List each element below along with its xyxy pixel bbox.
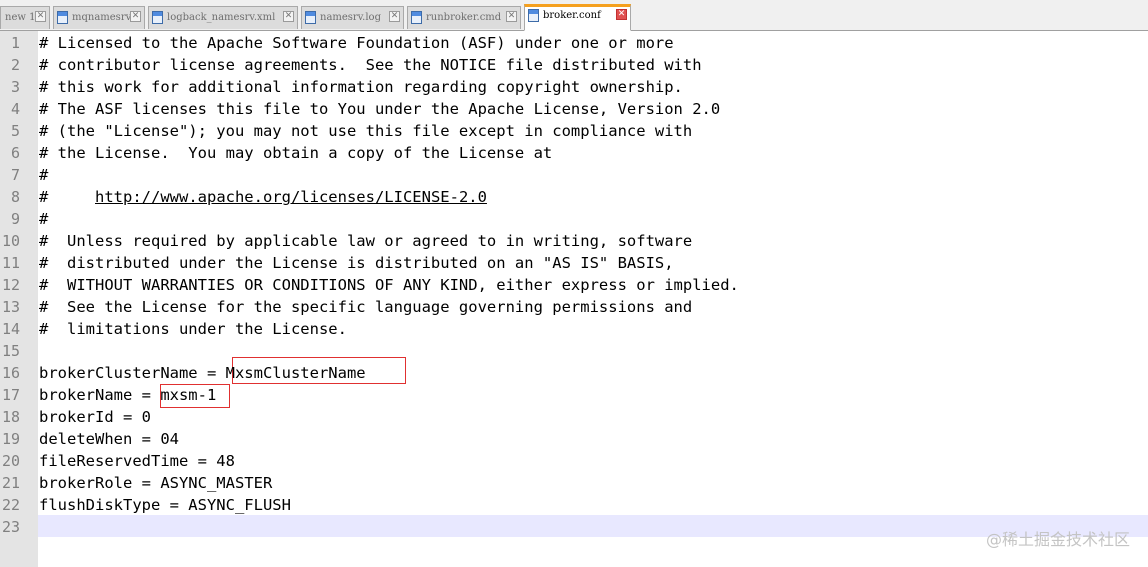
line-number: 7 — [10, 166, 20, 184]
code-text: # WITHOUT WARRANTIES OR CONDITIONS OF AN… — [39, 276, 739, 294]
close-tab-icon[interactable]: ✕ — [130, 11, 141, 22]
tab-label: new 1 — [5, 12, 36, 23]
code-text: # — [39, 166, 49, 184]
current-line-highlight — [38, 515, 1148, 537]
line-number: 4 — [10, 100, 20, 118]
line-number: 3 — [10, 78, 20, 96]
code-text: # (the "License"); you may not use this … — [39, 122, 693, 140]
line-number: 10 — [1, 232, 20, 250]
line-number: 18 — [1, 408, 20, 426]
code-line[interactable]: # (the "License"); you may not use this … — [39, 120, 692, 142]
close-tab-icon[interactable]: ✕ — [283, 11, 294, 22]
code-text: # — [39, 210, 49, 228]
close-tab-icon[interactable]: ✕ — [506, 11, 517, 22]
code-line[interactable]: brokerName = mxsm-1 — [39, 384, 216, 406]
tab-label: runbroker.cmd — [426, 12, 502, 23]
code-text: fileReservedTime = 48 — [39, 452, 235, 470]
code-line[interactable]: # http://www.apache.org/licenses/LICENSE… — [39, 186, 487, 208]
tab-label: namesrv.log — [320, 12, 381, 23]
line-number: 2 — [10, 56, 20, 74]
code-line[interactable]: flushDiskType = ASYNC_FLUSH — [39, 494, 291, 516]
line-number: 9 — [10, 210, 20, 228]
line-number: 14 — [1, 320, 20, 338]
line-number-gutter: 1 2 3 4 5 6 7 8 9 10 11 12 13 14 15 16 17 18 19 20 21 22 23 — [0, 31, 38, 567]
line-number: 22 — [1, 496, 20, 514]
code-editor[interactable]: # Licensed to the Apache Software Founda… — [38, 31, 1148, 567]
code-line[interactable]: # Licensed to the Apache Software Founda… — [39, 32, 674, 54]
line-number: 6 — [10, 144, 20, 162]
code-line[interactable]: # this work for additional information r… — [39, 76, 683, 98]
line-number: 11 — [1, 254, 20, 272]
line-number: 1 — [10, 34, 20, 52]
code-text: brokerId = 0 — [39, 408, 151, 426]
code-line[interactable]: fileReservedTime = 48 — [39, 450, 235, 472]
code-text: brokerName = mxsm-1 — [39, 386, 217, 404]
code-line[interactable]: # distributed under the License is distr… — [39, 252, 674, 274]
file-icon — [528, 9, 539, 22]
code-line[interactable]: # — [39, 208, 48, 230]
line-number: 13 — [1, 298, 20, 316]
tab-logback-namesrv[interactable]: logback_namesrv.xml ✕ — [148, 6, 298, 29]
line-number: 8 — [10, 188, 20, 206]
code-text: # The ASF licenses this file to You unde… — [39, 100, 721, 118]
code-text: # Licensed to the Apache Software Founda… — [39, 34, 674, 52]
code-text: # contributor license agreements. See th… — [39, 56, 702, 74]
line-number: 12 — [1, 276, 20, 294]
code-text: # this work for additional information r… — [39, 78, 683, 96]
code-text: deleteWhen = 04 — [39, 430, 179, 448]
close-tab-icon[interactable]: ✕ — [35, 11, 46, 22]
line-number: 23 — [1, 518, 20, 536]
code-line[interactable]: # The ASF licenses this file to You unde… — [39, 98, 720, 120]
file-icon — [57, 11, 68, 24]
code-line[interactable]: # limitations under the License. — [39, 318, 347, 340]
code-line[interactable]: # WITHOUT WARRANTIES OR CONDITIONS OF AN… — [39, 274, 739, 296]
tab-bar: new 1 ✕ mqnamesrv ✕ logback_namesrv.xml … — [0, 0, 1148, 31]
code-text: # distributed under the License is distr… — [39, 254, 674, 272]
code-text: flushDiskType = ASYNC_FLUSH — [39, 496, 291, 514]
tab-broker-conf[interactable]: broker.conf ✕ — [524, 4, 631, 31]
file-icon — [152, 11, 163, 24]
code-text: # See the License for the specific langu… — [39, 298, 693, 316]
line-number: 17 — [1, 386, 20, 404]
line-number: 21 — [1, 474, 20, 492]
code-line[interactable]: # the License. You may obtain a copy of … — [39, 142, 552, 164]
code-line[interactable]: # See the License for the specific langu… — [39, 296, 692, 318]
close-tab-icon[interactable]: ✕ — [616, 9, 627, 20]
file-icon — [411, 11, 422, 24]
code-text: brokerClusterName = MxsmClusterName — [39, 364, 366, 382]
code-line[interactable]: # Unless required by applicable law or a… — [39, 230, 692, 252]
code-line[interactable]: brokerRole = ASYNC_MASTER — [39, 472, 272, 494]
code-line[interactable]: brokerId = 0 — [39, 406, 151, 428]
code-text: brokerRole = ASYNC_MASTER — [39, 474, 273, 492]
line-number: 16 — [1, 364, 20, 382]
tab-new-1[interactable]: new 1 ✕ — [0, 6, 50, 29]
line-number: 20 — [1, 452, 20, 470]
code-line[interactable]: # — [39, 164, 48, 186]
editor-window: new 1 ✕ mqnamesrv ✕ logback_namesrv.xml … — [0, 0, 1148, 567]
tab-namesrv-log[interactable]: namesrv.log ✕ — [301, 6, 404, 29]
code-text: # Unless required by applicable law or a… — [39, 232, 693, 250]
tab-label: broker.conf — [543, 10, 601, 21]
watermark: @稀土掘金技术社区 — [985, 530, 1130, 549]
file-icon — [305, 11, 316, 24]
tab-label: logback_namesrv.xml — [167, 12, 276, 23]
line-number: 5 — [10, 122, 20, 140]
tab-label: mqnamesrv — [72, 12, 132, 23]
code-text: # — [39, 188, 95, 206]
code-line[interactable]: deleteWhen = 04 — [39, 428, 179, 450]
line-number: 19 — [1, 430, 20, 448]
code-text: # the License. You may obtain a copy of … — [39, 144, 553, 162]
code-line[interactable]: # contributor license agreements. See th… — [39, 54, 702, 76]
license-url-link[interactable]: http://www.apache.org/licenses/LICENSE-2… — [95, 188, 487, 206]
tab-runbroker-cmd[interactable]: runbroker.cmd ✕ — [407, 6, 521, 29]
line-number: 15 — [1, 342, 20, 360]
tab-mqnamesrv[interactable]: mqnamesrv ✕ — [53, 6, 145, 29]
code-text: # limitations under the License. — [39, 320, 347, 338]
close-tab-icon[interactable]: ✕ — [389, 11, 400, 22]
code-line[interactable]: brokerClusterName = MxsmClusterName — [39, 362, 366, 384]
